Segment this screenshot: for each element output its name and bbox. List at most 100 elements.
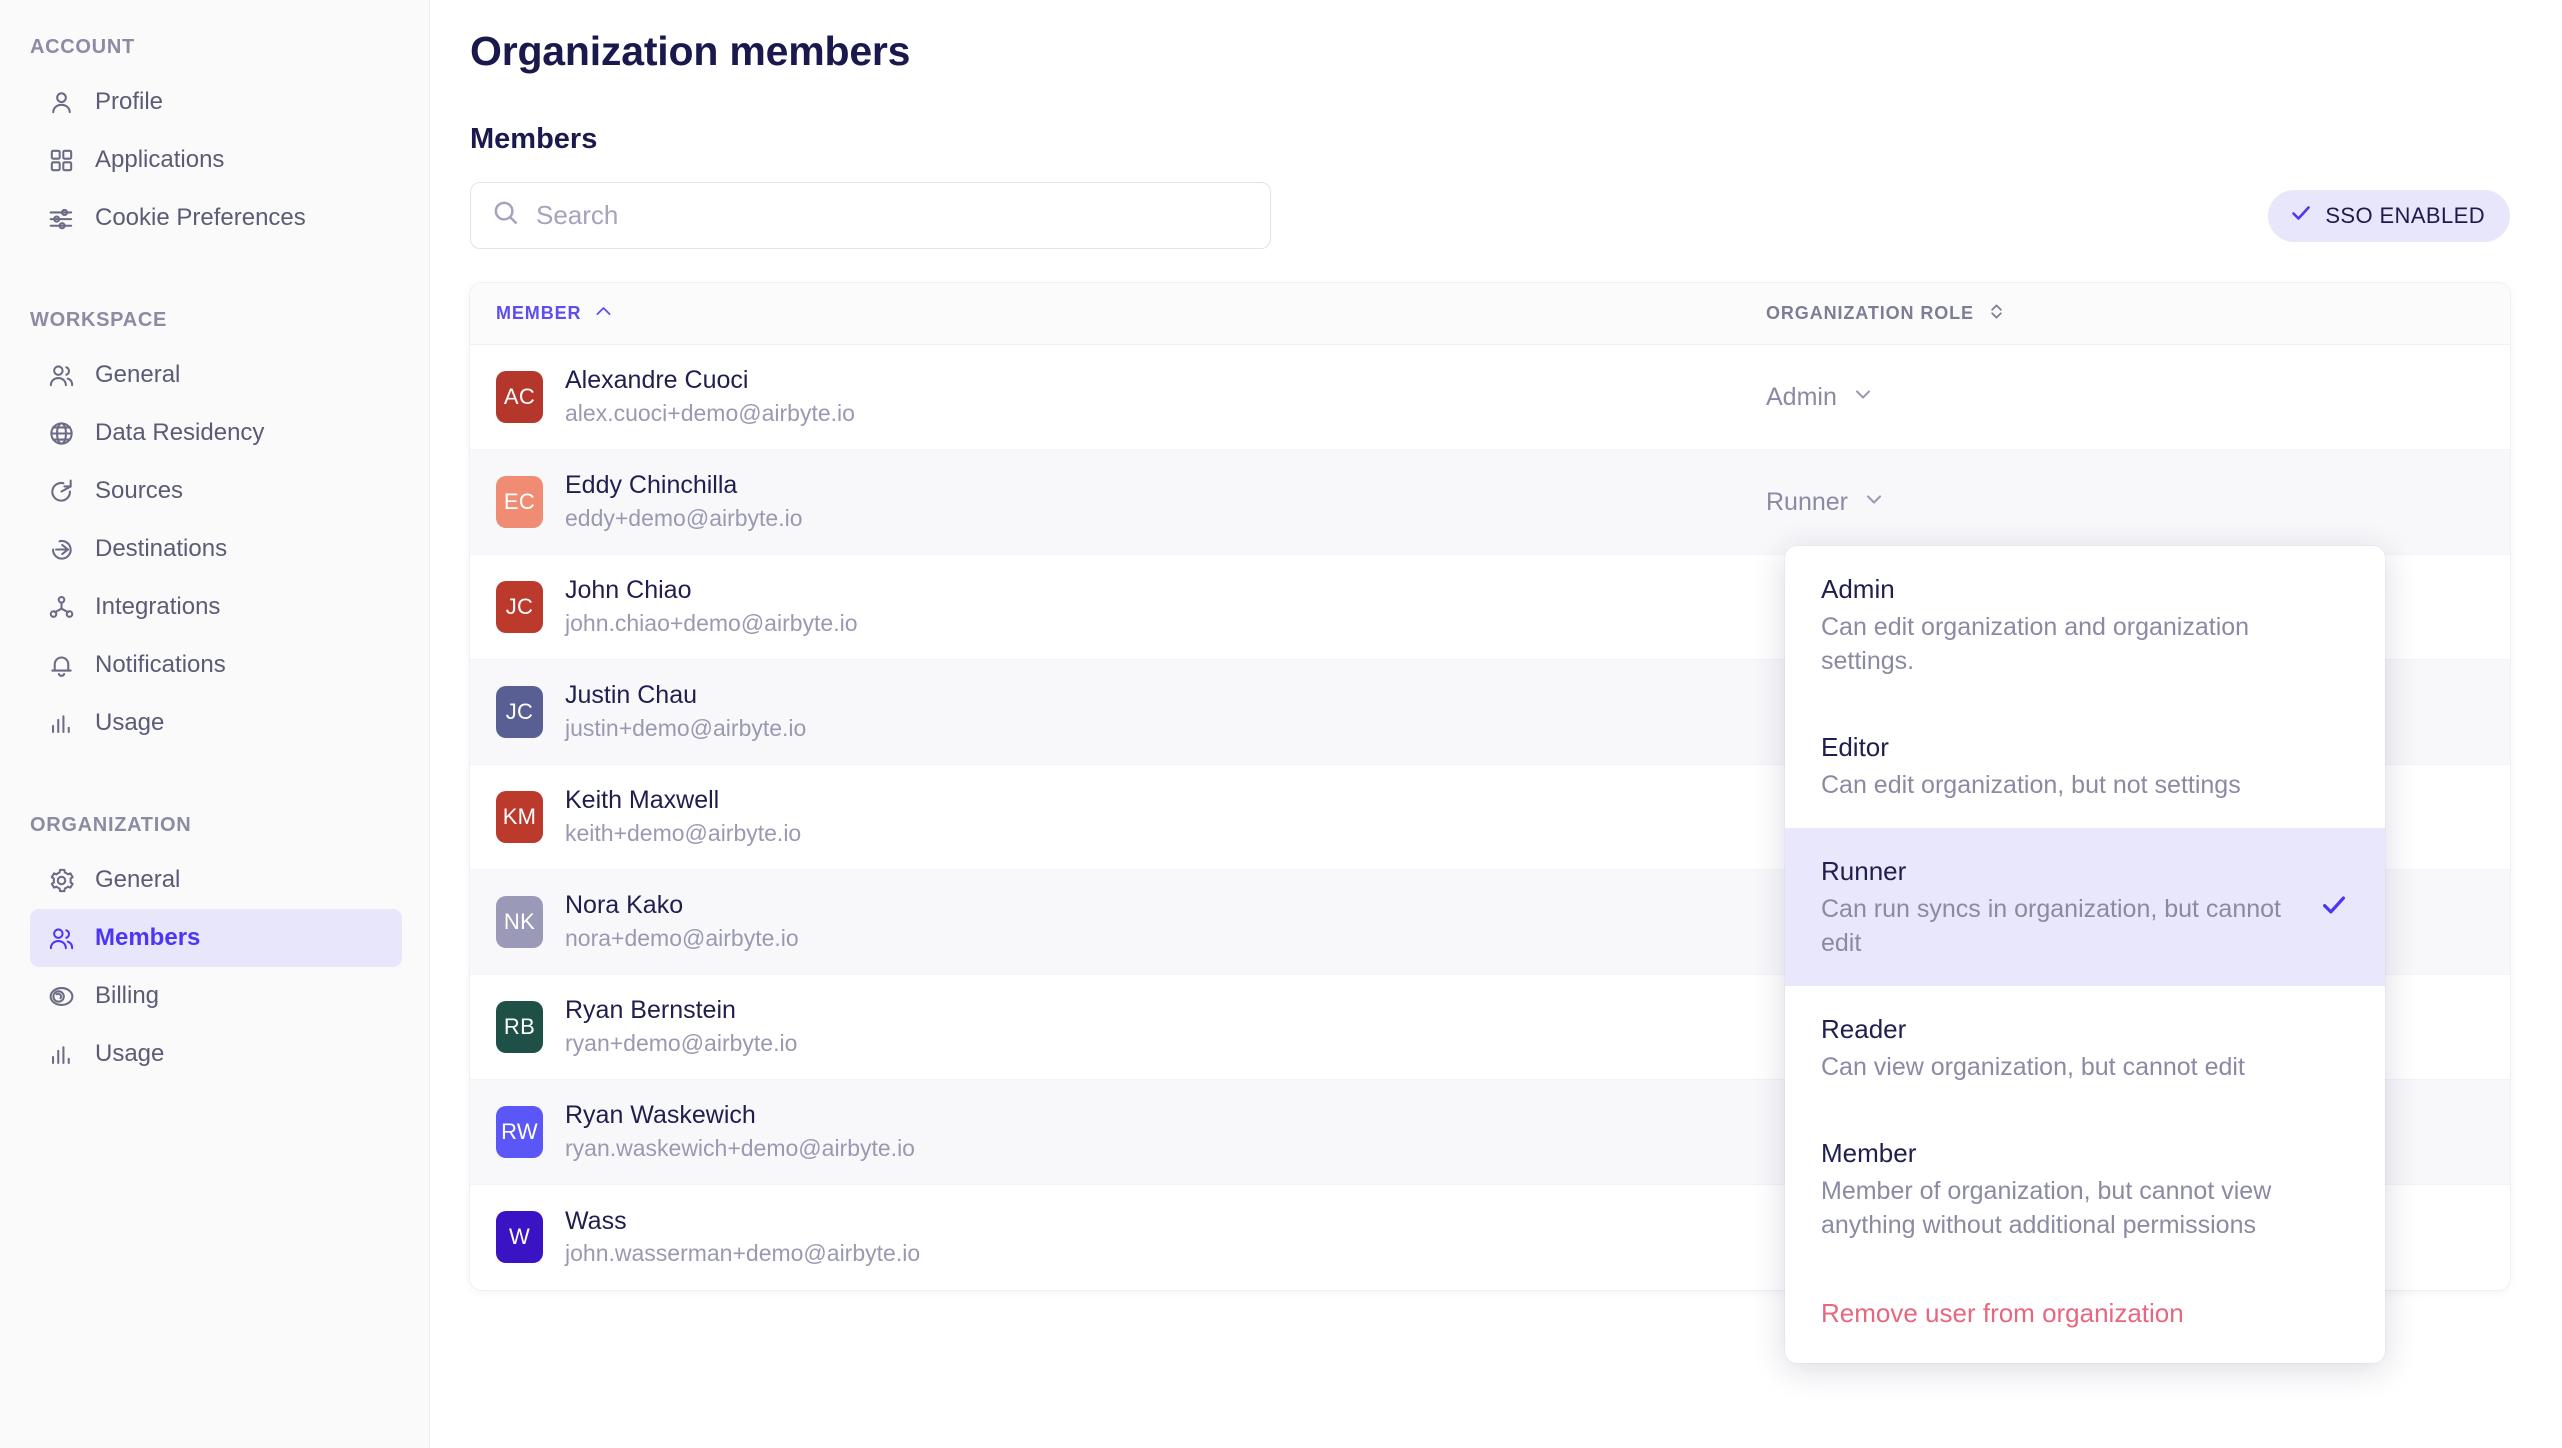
role-option-description: Can edit organization and organization s…: [1821, 610, 2299, 678]
member-email: keith+demo@airbyte.io: [565, 819, 801, 849]
role-option-description: Can view organization, but cannot edit: [1821, 1050, 2299, 1084]
role-select[interactable]: Admin: [1766, 382, 1875, 413]
sidebar-item-label: Destinations: [95, 537, 227, 561]
member-email: nora+demo@airbyte.io: [565, 924, 799, 954]
nav-spacer: [0, 770, 429, 804]
role-option-description: Can run syncs in organization, but canno…: [1821, 892, 2299, 960]
search-input-wrapper[interactable]: [470, 182, 1271, 249]
member-name: John Chiao: [565, 575, 858, 606]
member-cell: W Wassjohn.wasserman+demo@airbyte.io: [496, 1206, 1766, 1269]
member-email: justin+demo@airbyte.io: [565, 714, 806, 744]
member-name: Ryan Waskewich: [565, 1100, 915, 1131]
role-option-text: MemberMember of organization, but cannot…: [1821, 1136, 2299, 1242]
page-title: Organization members: [430, 0, 2562, 75]
sidebar-item-usage[interactable]: Usage: [30, 1025, 402, 1083]
sidebar-item-billing[interactable]: Billing: [30, 967, 402, 1025]
role-option-text: AdminCan edit organization and organizat…: [1821, 572, 2299, 678]
role-option-description: Member of organization, but cannot view …: [1821, 1174, 2299, 1242]
sidebar-item-sources[interactable]: Sources: [30, 462, 402, 520]
role-option-title: Reader: [1821, 1012, 2299, 1047]
nav-group-workspace: WORKSPACEGeneralData ResidencySourcesDes…: [0, 299, 429, 752]
member-info: Wassjohn.wasserman+demo@airbyte.io: [565, 1206, 920, 1269]
role-select-value: Runner: [1766, 488, 1848, 517]
billing-icon: [47, 982, 76, 1011]
member-cell: JC John Chiaojohn.chiao+demo@airbyte.io: [496, 575, 1766, 638]
role-select[interactable]: Runner: [1766, 487, 1886, 518]
role-option-title: Member: [1821, 1136, 2299, 1171]
sidebar-item-usage[interactable]: Usage: [30, 694, 402, 752]
member-info: Ryan Bernsteinryan+demo@airbyte.io: [565, 995, 797, 1058]
sidebar-item-label: Notifications: [95, 653, 226, 677]
check-icon: [2319, 890, 2349, 925]
sidebar-item-label: Usage: [95, 1042, 164, 1066]
avatar-initials: W: [509, 1224, 530, 1250]
member-cell: RBRyan Bernsteinryan+demo@airbyte.io: [496, 995, 1766, 1058]
role-option-reader[interactable]: ReaderCan view organization, but cannot …: [1785, 986, 2385, 1110]
main-content: Organization members Members SSO ENABLED…: [430, 0, 2562, 1448]
app-root: ACCOUNT Profile Applications Cookie Prefere…: [0, 0, 2562, 1448]
member-cell: EC Eddy Chinchillaeddy+demo@airbyte.io: [496, 470, 1766, 533]
sidebar-item-data-residency[interactable]: Data Residency: [30, 404, 402, 462]
member-info: Nora Kakonora+demo@airbyte.io: [565, 890, 799, 953]
sidebar-item-label: General: [95, 868, 180, 892]
chevron-down-icon: [1851, 382, 1875, 413]
avatar-initials: NK: [504, 909, 535, 935]
avatar: JC: [496, 686, 543, 738]
table-row[interactable]: AC Alexandre Cuocialex.cuoci+demo@airbyte…: [470, 345, 2510, 450]
avatar-initials: AC: [504, 384, 535, 410]
role-select-value: Admin: [1766, 383, 1837, 412]
bar-chart-icon: [47, 1040, 76, 1069]
role-option-member[interactable]: MemberMember of organization, but cannot…: [1785, 1110, 2385, 1268]
avatar: NK: [496, 896, 543, 948]
member-email: alex.cuoci+demo@airbyte.io: [565, 399, 855, 429]
table-row[interactable]: EC Eddy Chinchillaeddy+demo@airbyte.io Run…: [470, 450, 2510, 555]
sidebar-item-general[interactable]: General: [30, 851, 402, 909]
sidebar-item-label: Billing: [95, 984, 159, 1008]
member-info: John Chiaojohn.chiao+demo@airbyte.io: [565, 575, 858, 638]
member-info: Eddy Chinchillaeddy+demo@airbyte.io: [565, 470, 803, 533]
member-name: Wass: [565, 1206, 920, 1237]
nav-group-account: ACCOUNT Profile Applications Cookie Prefere…: [0, 26, 429, 247]
role-option-check-slot: [2317, 890, 2351, 925]
avatar-initials: EC: [504, 489, 535, 515]
sidebar-item-destinations[interactable]: Destinations: [30, 520, 402, 578]
role-option-runner[interactable]: RunnerCan run syncs in organization, but…: [1785, 828, 2385, 986]
role-option-editor[interactable]: EditorCan edit organization, but not set…: [1785, 704, 2385, 828]
sidebar-item-profile[interactable]: Profile: [30, 73, 402, 131]
role-dropdown-menu[interactable]: AdminCan edit organization and organizat…: [1785, 546, 2385, 1363]
table-header-row: MEMBER ORGANIZATION ROLE: [470, 283, 2510, 345]
destination-arrow-icon: [47, 535, 76, 564]
sidebar-item-general[interactable]: General: [30, 346, 402, 404]
member-cell: KMKeith Maxwellkeith+demo@airbyte.io: [496, 785, 1766, 848]
role-option-admin[interactable]: AdminCan edit organization and organizat…: [1785, 546, 2385, 704]
column-header-organization-role[interactable]: ORGANIZATION ROLE: [1766, 301, 2007, 327]
sliders-icon: [47, 204, 76, 233]
nav-group-title: ACCOUNT: [0, 26, 429, 73]
source-arrow-icon: [47, 477, 76, 506]
sidebar-item-notifications[interactable]: Notifications: [30, 636, 402, 694]
sidebar-item-applications[interactable]: Applications: [30, 131, 402, 189]
section-title: Members: [430, 75, 2562, 156]
search-input[interactable]: [536, 200, 1250, 231]
avatar: JC: [496, 581, 543, 633]
member-name: Eddy Chinchilla: [565, 470, 803, 501]
share-nodes-icon: [47, 593, 76, 622]
member-name: Nora Kako: [565, 890, 799, 921]
remove-user-from-organization-button[interactable]: Remove user from organization: [1785, 1268, 2385, 1363]
user-icon: [47, 88, 76, 117]
check-icon: [2289, 201, 2313, 231]
sidebar-item-members[interactable]: Members: [30, 909, 402, 967]
column-header-member[interactable]: MEMBER: [496, 301, 1766, 327]
sidebar-item-integrations[interactable]: Integrations: [30, 578, 402, 636]
member-name: Justin Chau: [565, 680, 806, 711]
chevron-down-icon: [1862, 487, 1886, 518]
sidebar-item-cookie-preferences[interactable]: Cookie Preferences: [30, 189, 402, 247]
sidebar-item-label: Cookie Preferences: [95, 206, 306, 230]
sidebar-item-label: Profile: [95, 90, 163, 114]
sso-badge-label: SSO ENABLED: [2325, 203, 2485, 229]
member-cell: JC Justin Chaujustin+demo@airbyte.io: [496, 680, 1766, 743]
avatar: RW: [496, 1106, 543, 1158]
column-header-member-label: MEMBER: [496, 303, 581, 324]
avatar: AC: [496, 371, 543, 423]
member-name: Alexandre Cuoci: [565, 365, 855, 396]
